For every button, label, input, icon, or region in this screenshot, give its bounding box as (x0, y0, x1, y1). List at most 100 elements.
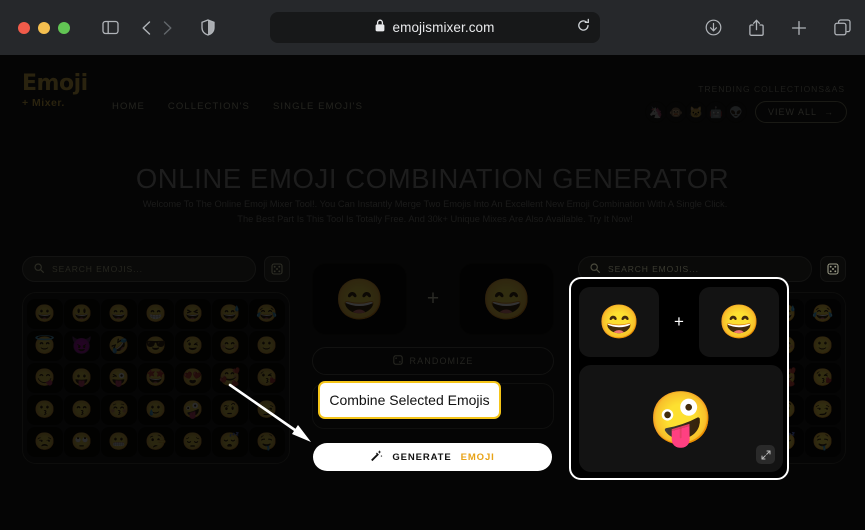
emoji-grid-cell[interactable]: 🙂 (805, 331, 841, 361)
emoji-grid-cell[interactable]: 😀 (27, 299, 63, 329)
emoji-grid-cell[interactable]: 🤩 (138, 363, 174, 393)
forward-chevron-icon[interactable] (162, 20, 173, 36)
tab-overview-icon[interactable] (834, 19, 851, 36)
sidebar-toggle-icon[interactable] (102, 20, 119, 35)
nav-buttons (141, 20, 173, 36)
emoji-grid-cell[interactable]: 😏 (805, 395, 841, 425)
emoji-grid-cell[interactable]: 🤣 (101, 331, 137, 361)
page-title: ONLINE EMOJI COMBINATION GENERATOR (135, 163, 730, 194)
emoji-grid-cell[interactable]: 😉 (175, 331, 211, 361)
emoji-grid-cell[interactable]: 🤤 (805, 427, 841, 457)
trending-chip[interactable]: 🤖 (704, 101, 727, 123)
window-traffic-lights (18, 21, 70, 34)
emoji-grid-cell[interactable]: 😙 (64, 395, 100, 425)
randomize-button[interactable]: RANDOMIZE (312, 347, 554, 375)
reload-icon[interactable] (577, 18, 590, 37)
search-input[interactable]: SEARCH EMOJIS... (22, 256, 256, 282)
emoji-grid-cell[interactable]: 😘 (805, 363, 841, 393)
search-icon (590, 260, 600, 278)
nav-item-home[interactable]: HOME (112, 101, 145, 112)
highlight-slot-a[interactable]: 😄 (579, 287, 659, 357)
emoji-grid-cell[interactable]: 😂 (805, 299, 841, 329)
search-icon (34, 260, 44, 278)
view-all-button[interactable]: VIEW ALL → (754, 101, 847, 123)
nav-item-single-emojis[interactable]: SINGLE EMOJI'S (273, 101, 363, 112)
arrow-right-icon: → (824, 107, 834, 117)
emoji-grid-cell[interactable]: 😃 (64, 299, 100, 329)
logo-sub-text: + Mixer. (22, 97, 65, 109)
emoji-grid-cell[interactable]: 🤥 (138, 427, 174, 457)
combiner-slot-row: 😄 + 😄 (312, 263, 554, 335)
address-bar[interactable]: emojismixer.com (270, 12, 600, 43)
emoji-grid-cell[interactable]: 😋 (27, 363, 63, 393)
highlight-slot-row: 😄 + 😄 (579, 287, 779, 357)
site-logo[interactable]: Emoji + Mixer. (22, 71, 88, 110)
emoji-grid-cell[interactable]: 😬 (101, 427, 137, 457)
expand-icon[interactable] (756, 445, 775, 464)
combined-result-box: 🤪 (579, 365, 783, 472)
screenshot-root: emojismixer.com Emoji + Mixer. HOME COLL… (0, 0, 865, 530)
combiner-slot-a[interactable]: 😄 (312, 263, 407, 335)
combined-result-emoji: 🤪 (648, 389, 714, 448)
emoji-grid-cell[interactable]: 😛 (64, 363, 100, 393)
download-icon[interactable] (705, 19, 722, 36)
search-row-left: SEARCH EMOJIS... (22, 256, 290, 282)
combiner-slot-b[interactable]: 😄 (458, 263, 554, 335)
emoji-grid-cell[interactable]: 😊 (212, 331, 248, 361)
highlight-annotation-panel: 😄 + 😄 🤪 (569, 277, 789, 480)
lock-icon (375, 19, 385, 37)
back-chevron-icon[interactable] (141, 20, 152, 36)
generate-emoji-button[interactable]: GENERATE EMOJI (313, 443, 552, 471)
emoji-grid-cell[interactable]: 🥲 (138, 395, 174, 425)
highlight-slot-b[interactable]: 😄 (699, 287, 779, 357)
shuffle-icon-right[interactable] (820, 256, 846, 282)
generate-label-accent: EMOJI (460, 451, 495, 463)
emoji-grid-cell[interactable]: 🙂 (249, 331, 285, 361)
emoji-grid-cell[interactable]: 😅 (212, 299, 248, 329)
share-icon[interactable] (749, 19, 764, 37)
logo-main-text: Emoji (22, 71, 88, 96)
toolbar-right-icons (705, 0, 851, 55)
view-all-label: VIEW ALL (767, 107, 817, 117)
emoji-grid-cell[interactable]: 😄 (101, 299, 137, 329)
emoji-grid-cell[interactable]: 🤪 (175, 395, 211, 425)
url-text: emojismixer.com (392, 20, 495, 35)
emoji-grid-cell[interactable]: 😈 (64, 331, 100, 361)
trending-chip[interactable]: 🐵 (664, 101, 687, 123)
trending-chip[interactable]: 🦄 (644, 101, 667, 123)
page-subtitle: Welcome To The Online Emoji Mixer Tool!.… (142, 199, 728, 224)
emoji-grid-cell[interactable]: 😎 (138, 331, 174, 361)
nav-item-collections[interactable]: COLLECTION'S (168, 101, 250, 112)
tooltip-combine-selected-emojis: Combine Selected Emojis (318, 381, 501, 419)
emoji-grid-cell[interactable]: 😆 (175, 299, 211, 329)
search-placeholder-right: SEARCH EMOJIS... (608, 264, 699, 274)
emoji-grid-cell[interactable]: 😁 (138, 299, 174, 329)
new-tab-plus-icon[interactable] (791, 20, 807, 36)
emoji-grid-cell[interactable]: 😇 (27, 331, 63, 361)
trending-collections-label: TRENDING COLLECTIONS&AS (698, 84, 845, 94)
emoji-grid-cell[interactable]: 😂 (249, 299, 285, 329)
emoji-grid-cell[interactable]: 😍 (175, 363, 211, 393)
browser-toolbar: emojismixer.com (0, 0, 865, 55)
url-content: emojismixer.com (375, 19, 494, 37)
plus-icon: + (674, 312, 684, 331)
privacy-shield-icon[interactable] (201, 19, 215, 36)
emoji-grid-cell[interactable]: 😔 (175, 427, 211, 457)
search-placeholder: SEARCH EMOJIS... (52, 264, 143, 274)
trending-chip[interactable]: 🐱 (684, 101, 707, 123)
zoom-button[interactable] (58, 21, 70, 34)
minimize-button[interactable] (38, 21, 50, 34)
emoji-grid-cell[interactable]: 😗 (27, 395, 63, 425)
shuffle-icon[interactable] (264, 256, 290, 282)
dice-icon (392, 355, 403, 367)
pointer-arrow (228, 383, 311, 442)
webpage-viewport: Emoji + Mixer. HOME COLLECTION'S SINGLE … (0, 55, 865, 530)
close-button[interactable] (18, 21, 30, 34)
trending-chip[interactable]: 👽 (724, 101, 747, 123)
emoji-grid-cell[interactable]: 😜 (101, 363, 137, 393)
emoji-grid-cell[interactable]: 😒 (27, 427, 63, 457)
emoji-grid-cell[interactable]: 😚 (101, 395, 137, 425)
tooltip-text: Combine Selected Emojis (329, 392, 490, 408)
magic-wand-icon (370, 449, 383, 465)
emoji-grid-cell[interactable]: 🙄 (64, 427, 100, 457)
